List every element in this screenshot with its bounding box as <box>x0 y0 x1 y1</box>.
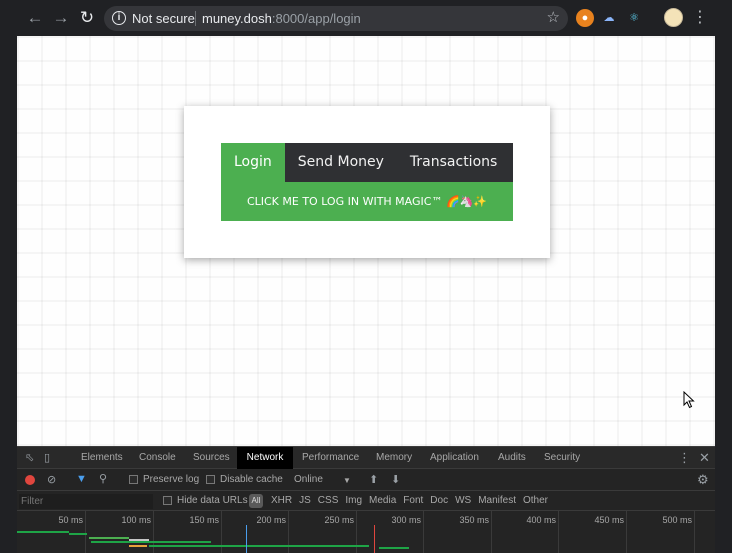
magic-login-button[interactable]: CLICK ME TO LOG IN WITH MAGIC™ 🌈🦄✨ <box>221 182 513 221</box>
request-bar <box>149 545 269 547</box>
filter-type-other[interactable]: Other <box>523 495 548 506</box>
security-label[interactable]: Not secure <box>132 11 195 26</box>
tick-line <box>423 511 424 553</box>
filter-type-img[interactable]: Img <box>345 495 362 506</box>
filter-type-ws[interactable]: WS <box>455 495 471 506</box>
filter-type-list: XHR JS CSS Img Media Font Doc WS Manifes… <box>271 495 548 506</box>
devtools-tab-network[interactable]: Network <box>237 447 293 469</box>
url-host: muney.dosh <box>202 11 272 26</box>
record-icon[interactable] <box>25 475 35 485</box>
extension-react-icon[interactable]: ⚛ <box>625 9 643 27</box>
page-viewport: Login Send Money Transactions CLICK ME T… <box>17 36 715 446</box>
devtools-tab-audits[interactable]: Audits <box>492 447 532 469</box>
tick-label: 250 ms <box>324 515 354 525</box>
request-bar <box>17 531 69 533</box>
devtools-tab-performance[interactable]: Performance <box>296 447 365 469</box>
throttle-select[interactable]: Online <box>294 474 323 485</box>
tick-line <box>85 511 86 553</box>
address-bar[interactable]: i Not secure muney.dosh:8000/app/login ☆ <box>104 6 568 31</box>
login-card: Login Send Money Transactions CLICK ME T… <box>184 106 550 258</box>
filter-type-font[interactable]: Font <box>403 495 423 506</box>
tick-label: 400 ms <box>526 515 556 525</box>
network-overview-timeline[interactable]: 50 ms 100 ms 150 ms 200 ms 250 ms 300 ms… <box>17 511 715 553</box>
browser-toolbar: ← → ↻ i Not secure muney.dosh:8000/app/l… <box>0 0 732 36</box>
extension-cloud-icon[interactable]: ☁ <box>600 9 618 27</box>
disable-cache-label: Disable cache <box>220 474 283 485</box>
tab-login[interactable]: Login <box>221 143 285 182</box>
window-left-edge <box>0 36 17 446</box>
devtools-tab-elements[interactable]: Elements <box>75 447 129 469</box>
preserve-log-checkbox[interactable] <box>129 475 138 484</box>
tick-line <box>491 511 492 553</box>
request-bar <box>91 541 211 543</box>
disable-cache-checkbox[interactable] <box>206 475 215 484</box>
bookmark-star-icon[interactable]: ☆ <box>547 8 560 26</box>
info-icon[interactable]: i <box>112 11 126 25</box>
request-bar <box>379 547 409 549</box>
chevron-down-icon[interactable]: ▼ <box>343 476 351 485</box>
hide-data-urls-checkbox[interactable] <box>163 496 172 505</box>
forward-arrow-icon[interactable]: → <box>50 7 72 29</box>
dom-content-loaded-marker <box>246 525 247 553</box>
filter-funnel-icon[interactable]: ▼ <box>76 473 87 485</box>
request-bar <box>269 545 369 547</box>
filter-type-manifest[interactable]: Manifest <box>478 495 516 506</box>
devtools-tab-application[interactable]: Application <box>424 447 485 469</box>
devtools-menu-icon[interactable]: ⋮ <box>678 450 691 466</box>
filter-type-xhr[interactable]: XHR <box>271 495 292 506</box>
request-bar <box>69 533 87 535</box>
window-right-edge <box>715 36 732 446</box>
omnibox-divider <box>195 11 196 26</box>
load-event-marker <box>374 525 375 553</box>
filter-input[interactable] <box>19 494 153 509</box>
browser-menu-icon[interactable]: ⋮ <box>692 7 708 29</box>
url-path: :8000/app/login <box>271 11 361 26</box>
filter-bar: Hide data URLs All XHR JS CSS Img Media … <box>17 491 715 511</box>
tick-label: 500 ms <box>662 515 692 525</box>
tab-transactions[interactable]: Transactions <box>397 143 510 182</box>
tick-line <box>626 511 627 553</box>
devtools-tab-memory[interactable]: Memory <box>370 447 418 469</box>
filter-type-media[interactable]: Media <box>369 495 396 506</box>
tab-send-money[interactable]: Send Money <box>285 143 397 182</box>
import-har-icon[interactable]: ⬆ <box>369 473 378 486</box>
devtools-tab-console[interactable]: Console <box>133 447 182 469</box>
settings-gear-icon[interactable]: ⚙ <box>697 472 709 488</box>
device-toolbar-icon[interactable]: ▯ <box>44 451 50 464</box>
url-text[interactable]: muney.dosh:8000/app/login <box>202 11 361 26</box>
tick-label: 300 ms <box>391 515 421 525</box>
tick-label: 150 ms <box>189 515 219 525</box>
clear-icon[interactable]: ⊘ <box>47 473 56 486</box>
tick-label: 50 ms <box>58 515 83 525</box>
extension-fox-icon[interactable]: ● <box>576 9 594 27</box>
tick-label: 350 ms <box>459 515 489 525</box>
profile-avatar[interactable] <box>664 8 683 27</box>
request-bar <box>129 539 149 541</box>
search-icon[interactable]: ⚲ <box>99 472 107 485</box>
tick-label: 200 ms <box>256 515 286 525</box>
preserve-log-label: Preserve log <box>143 474 200 485</box>
filter-type-doc[interactable]: Doc <box>430 495 448 506</box>
tick-line <box>694 511 695 553</box>
devtools-tab-bar: ⬁ ▯ Elements Console Sources Network Per… <box>17 447 715 469</box>
request-bar <box>129 545 147 547</box>
request-bar <box>89 537 129 539</box>
tick-label: 450 ms <box>594 515 624 525</box>
back-arrow-icon[interactable]: ← <box>24 7 46 29</box>
devtools-tab-sources[interactable]: Sources <box>187 447 236 469</box>
devtools-close-icon[interactable]: ✕ <box>699 450 710 466</box>
tick-label: 100 ms <box>121 515 151 525</box>
filter-all[interactable]: All <box>249 494 263 508</box>
devtools-panel: ⬁ ▯ Elements Console Sources Network Per… <box>17 446 715 553</box>
app-tab-bar: Login Send Money Transactions <box>221 143 513 182</box>
inspect-element-icon[interactable]: ⬁ <box>25 451 34 464</box>
reload-icon[interactable]: ↻ <box>76 7 98 29</box>
export-har-icon[interactable]: ⬇ <box>391 473 400 486</box>
network-toolbar: ⊘ ▼ ⚲ Preserve log Disable cache Online … <box>17 469 715 491</box>
devtools-tab-security[interactable]: Security <box>538 447 586 469</box>
hide-data-urls-label: Hide data URLs <box>177 495 248 506</box>
filter-type-css[interactable]: CSS <box>318 495 339 506</box>
tick-line <box>558 511 559 553</box>
filter-type-js[interactable]: JS <box>299 495 311 506</box>
